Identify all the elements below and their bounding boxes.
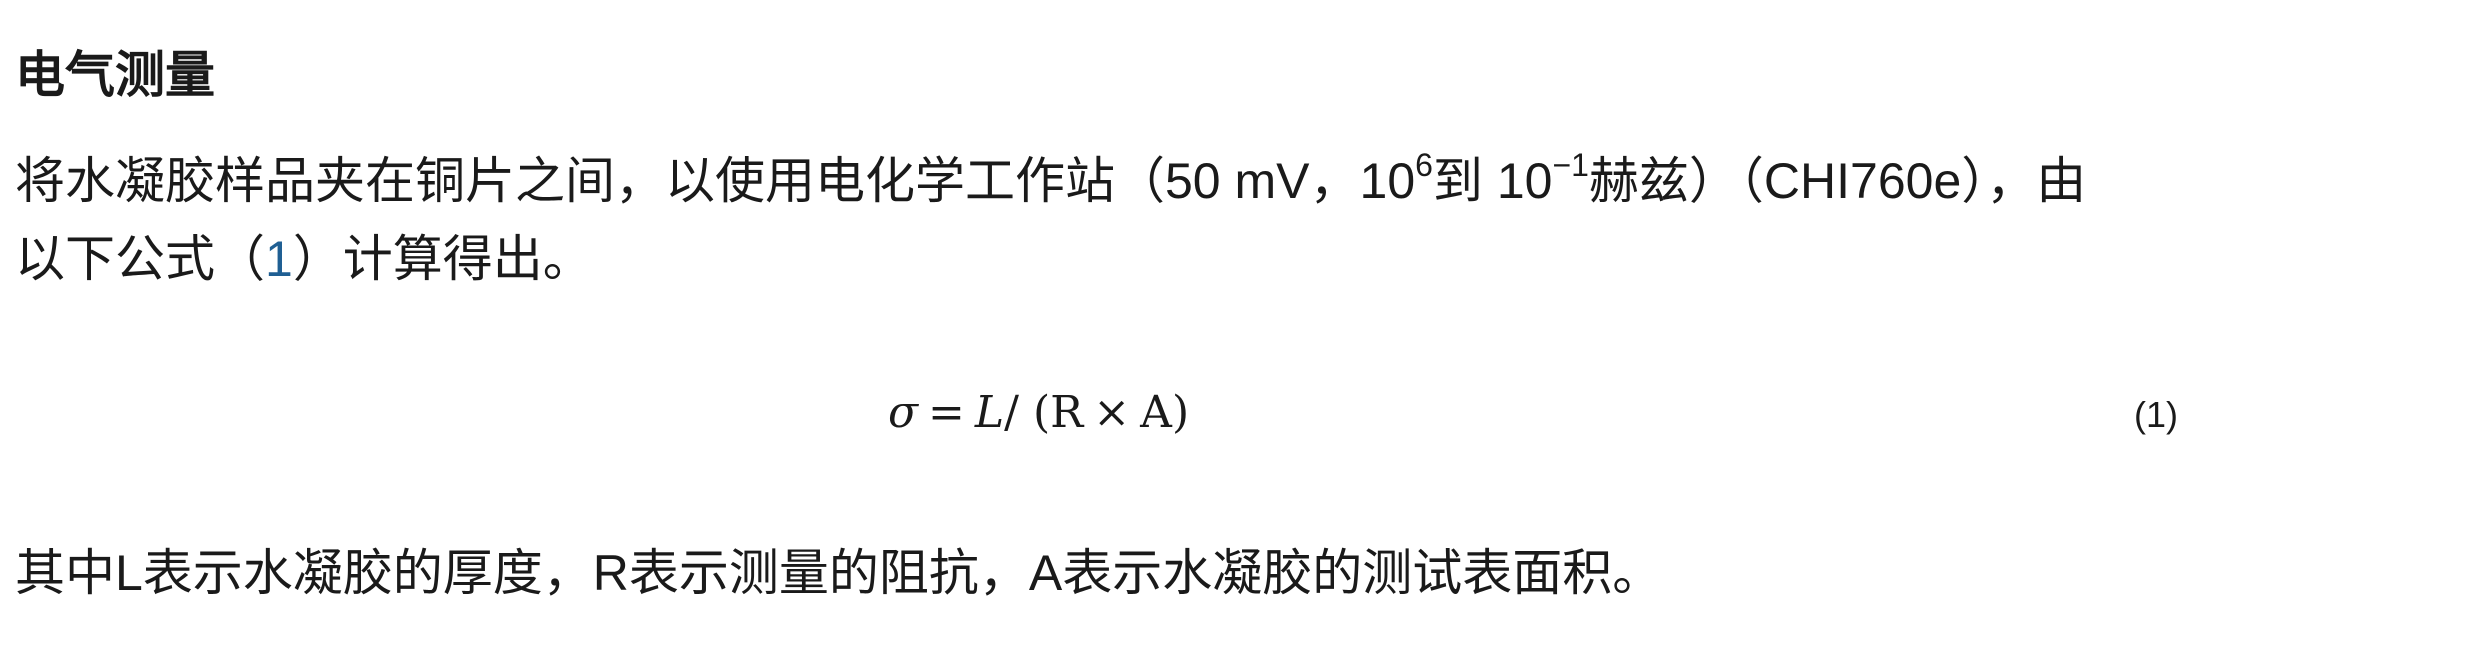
exponent-minus-1: −1 xyxy=(1552,147,1589,183)
method-text-c: 赫兹）（CHI760e），由 xyxy=(1588,153,2087,209)
equation-close-paren: ) xyxy=(1171,387,1190,438)
method-text-b: 到 10 xyxy=(1432,153,1553,209)
equation-L: L xyxy=(974,387,1005,438)
paragraph-definitions: 其中L表示水凝胶的厚度，R表示测量的阻抗，A表示水凝胶的测试表面积。 xyxy=(15,545,1663,601)
exponent-6: 6 xyxy=(1415,147,1433,183)
conductivity-equation: σ = L/ (R × A) xyxy=(888,383,1189,443)
equation-sigma: σ xyxy=(888,387,919,438)
section-heading: 电气测量 xyxy=(15,47,215,103)
equation-number: (1) xyxy=(2134,394,2178,435)
paragraph-method-line1: 将水凝胶样品夹在铜片之间，以使用电化学工作站（50 mV，106到 10−1赫兹… xyxy=(15,142,2086,220)
equation-A: A xyxy=(1140,387,1172,438)
method-text-d: 以下公式（ xyxy=(15,231,265,287)
method-text-e: ）计算得出。 xyxy=(292,231,593,287)
equation-equals: = xyxy=(928,387,965,438)
equation-slash: / xyxy=(1004,387,1019,438)
equation-open-paren: ( xyxy=(1032,387,1051,438)
equation-reference-link[interactable]: 1 xyxy=(265,231,293,287)
method-text-a: 将水凝胶样品夹在铜片之间，以使用电化学工作站（50 mV，10 xyxy=(15,153,1416,209)
equation-times: × xyxy=(1093,387,1131,438)
paragraph-method-line2: 以下公式（1）计算得出。 xyxy=(15,220,593,298)
equation-R: R xyxy=(1050,387,1084,438)
